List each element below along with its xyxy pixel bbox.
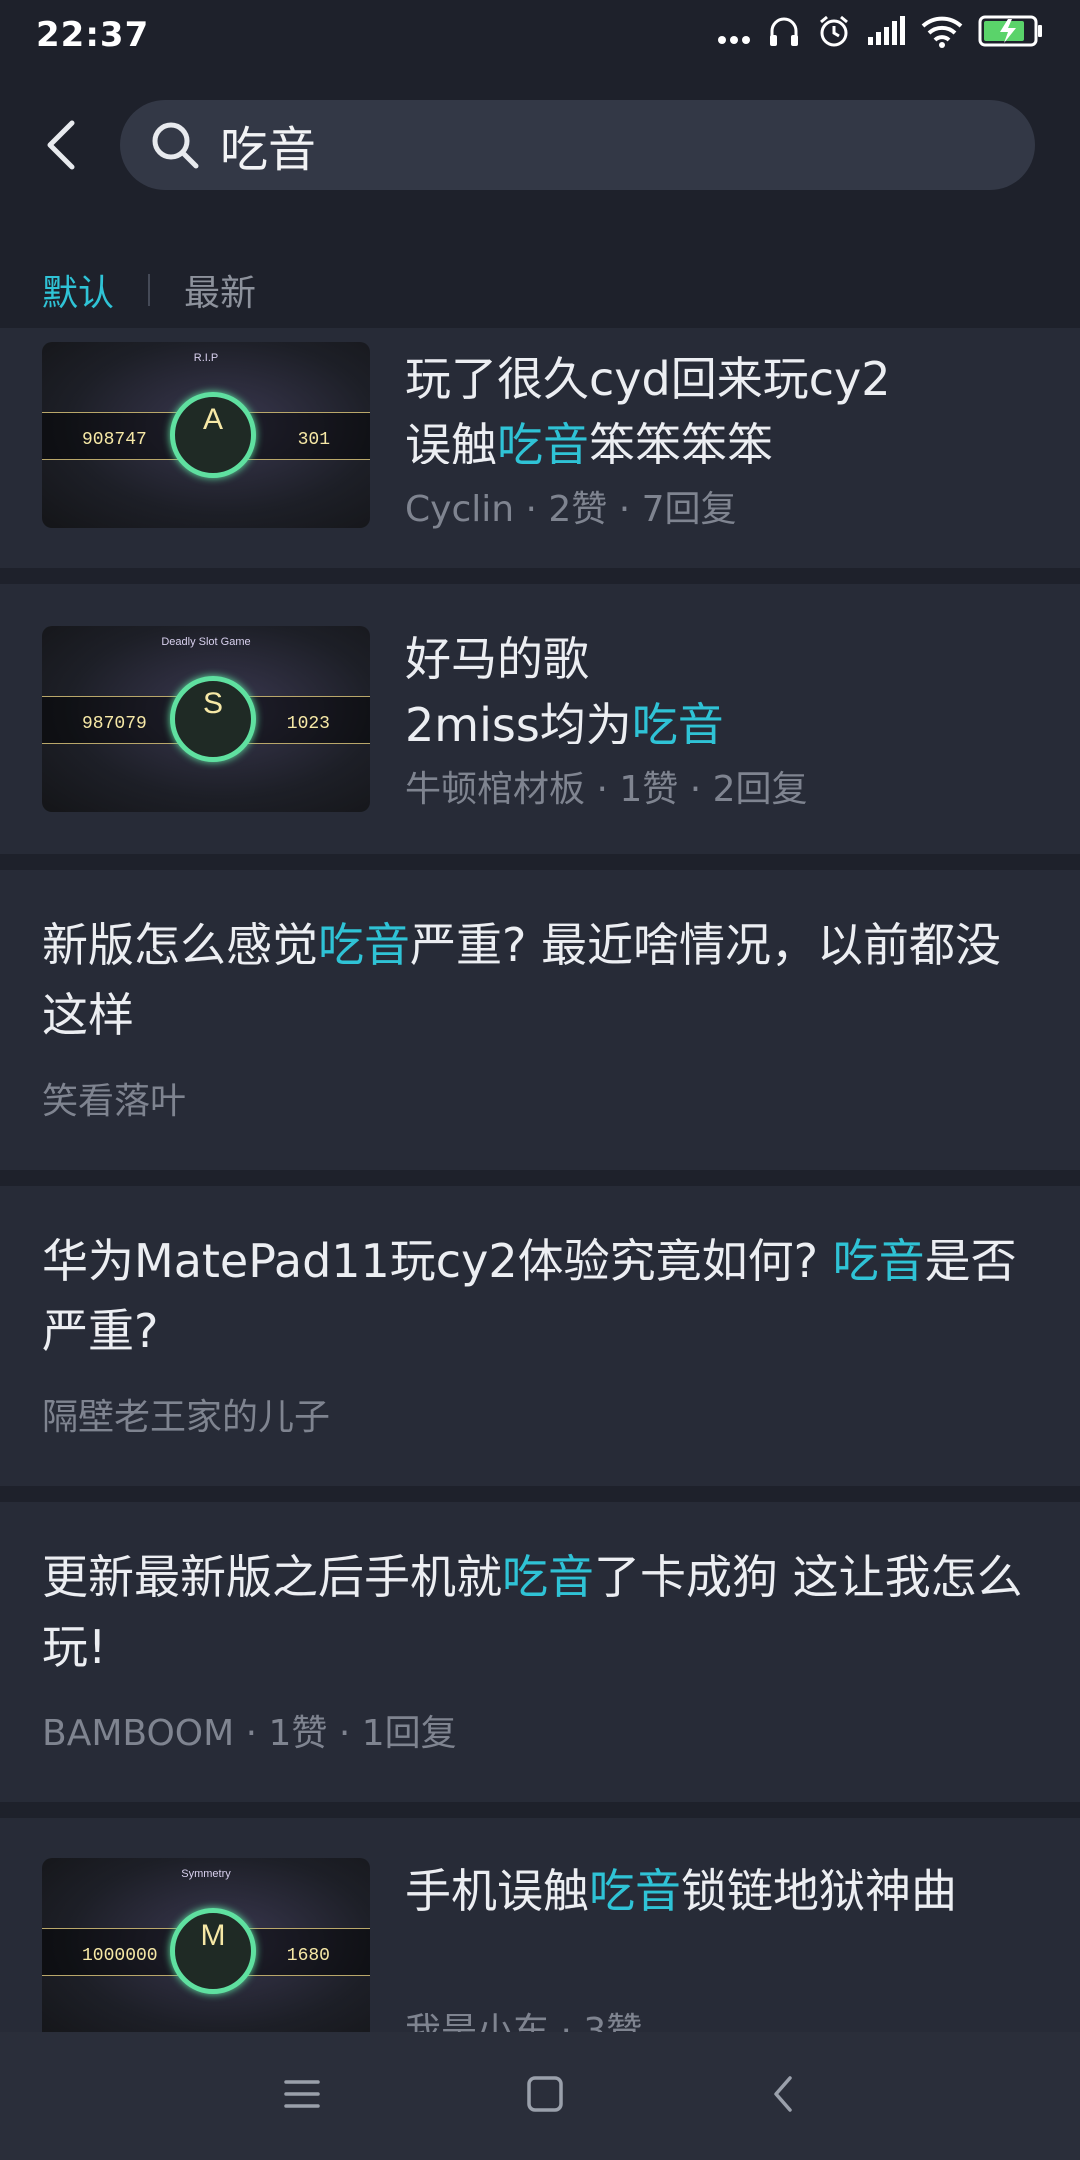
back-button[interactable] [0, 90, 120, 200]
post-card[interactable]: 新版怎么感觉吃音严重? 最近啥情况，以前都没这样 笑看落叶 [0, 870, 1080, 1170]
meta-separator: · [607, 489, 642, 530]
post-title: 新版怎么感觉吃音严重? 最近啥情况，以前都没这样 [42, 910, 1038, 1050]
post-meta: BAMBOOM · 1赞 · 1回复 [42, 1704, 1038, 1756]
post-likes: 1赞 [268, 1713, 328, 1754]
post-meta: 牛顿棺材板 · 1赞 · 2回复 [405, 760, 1060, 812]
post-likes: 1赞 [619, 769, 679, 810]
title-highlight: 吃音 [318, 918, 410, 972]
title-highlight: 吃音 [502, 1550, 594, 1604]
tab-divider [148, 274, 151, 306]
thumbnail-rank: S [202, 687, 223, 720]
post-title: 华为MatePad11玩cy2体验究竟如何? 吃音是否严重? [42, 1226, 1038, 1366]
headphones-icon [766, 13, 802, 58]
home-square-icon [527, 2076, 563, 2112]
search-results: R.I.P 908747 301 A 玩了很久cyd回来玩cy2 误触吃音笨笨笨… [0, 328, 1080, 2094]
thumbnail-combo: 301 [297, 430, 330, 450]
status-icons [716, 13, 1044, 58]
meta-separator: · [234, 1713, 269, 1754]
title-text: 更新最新版之后手机就 [42, 1550, 502, 1604]
home-button[interactable] [525, 2074, 565, 2118]
post-excerpt: 2miss均为吃音 [405, 692, 1060, 744]
thumbnail-score: 1000000 [82, 1946, 158, 1966]
post-replies: 1回复 [361, 1713, 457, 1754]
excerpt-highlight: 吃音 [631, 698, 724, 744]
post-text: 好马的歌 2miss均为吃音 牛顿棺材板 · 1赞 · 2回复 [405, 626, 1060, 812]
back-arrow-icon [47, 120, 75, 170]
post-text: 手机误触吃音锁链地狱神曲 我是小东 · 3赞 [405, 1858, 1060, 2054]
wifi-icon [920, 14, 964, 57]
more-dots-icon [716, 15, 752, 55]
thumbnail-song: Deadly Slot Game [161, 636, 251, 648]
title-text-after: 锁链地狱神曲 [681, 1864, 957, 1918]
signal-icon [866, 15, 906, 56]
post-author: 牛顿棺材板 [405, 769, 586, 810]
post-author: BAMBOOM [42, 1713, 235, 1754]
post-author: 笑看落叶 [42, 1081, 187, 1122]
status-time: 22:37 [36, 15, 150, 55]
sort-tabs: 默认 最新 [42, 255, 256, 325]
post-excerpt: 误触吃音笨笨笨笨 [405, 412, 1060, 464]
search-query: 吃音 [220, 122, 317, 178]
post-text: 玩了很久cyd回来玩cy2 误触吃音笨笨笨笨 Cyclin · 2赞 · 7回复 [405, 346, 1060, 532]
menu-icon [283, 2080, 320, 2108]
post-thumbnail: R.I.P 908747 301 A [42, 342, 370, 528]
thumbnail-rank-ring: S [170, 676, 256, 762]
menu-button[interactable] [282, 2077, 322, 2115]
thumbnail-rank-ring: M [170, 1908, 256, 1994]
thumbnail-rank: M [200, 1919, 226, 1952]
post-thumbnail: Deadly Slot Game 987079 1023 S [42, 626, 370, 812]
system-back-button[interactable] [768, 2074, 798, 2118]
meta-separator: · [514, 489, 549, 530]
thumbnail-score: 987079 [82, 714, 147, 734]
thumbnail-combo: 1023 [286, 714, 330, 734]
title-highlight: 吃音 [832, 1234, 925, 1288]
post-author: 隔壁老王家的儿子 [42, 1397, 331, 1438]
post-title: 好马的歌 [405, 632, 589, 686]
meta-separator: · [327, 1713, 362, 1754]
title-text: 手机误触 [405, 1864, 589, 1918]
alarm-icon [816, 13, 852, 58]
search-icon [152, 122, 199, 169]
post-thumbnail: Symmetry 1000000 1680 M [42, 1858, 370, 2044]
status-bar: 22:37 [0, 0, 1080, 70]
search-header: 吃音 [0, 90, 1080, 200]
excerpt-text: 2miss均为 [405, 698, 632, 744]
post-likes: 2赞 [548, 489, 608, 530]
excerpt-highlight: 吃音 [497, 418, 589, 464]
post-title: 更新最新版之后手机就吃音了卡成狗 这让我怎么玩! [42, 1542, 1038, 1682]
post-card[interactable]: Deadly Slot Game 987079 1023 S 好马的歌 2mis… [0, 584, 1080, 854]
meta-separator: · [678, 769, 713, 810]
search-input[interactable]: 吃音 [120, 100, 1035, 190]
post-author: Cyclin [405, 489, 515, 530]
tab-default[interactable]: 默认 [42, 264, 114, 316]
post-title: 玩了很久cyd回来玩cy2 [405, 352, 891, 406]
title-highlight: 吃音 [589, 1864, 681, 1918]
excerpt-text: 误触 [405, 418, 497, 464]
thumbnail-score: 908747 [82, 430, 147, 450]
post-card[interactable]: 更新最新版之后手机就吃音了卡成狗 这让我怎么玩! BAMBOOM · 1赞 · … [0, 1502, 1080, 1802]
thumbnail-rank: A [202, 403, 223, 436]
system-nav-bar [0, 2032, 1080, 2160]
battery-charging-icon [978, 15, 1044, 56]
thumbnail-combo: 1680 [286, 1946, 330, 1966]
title-text: 新版怎么感觉 [42, 918, 318, 972]
post-meta: Cyclin · 2赞 · 7回复 [405, 480, 1060, 532]
post-card[interactable]: 华为MatePad11玩cy2体验究竟如何? 吃音是否严重? 隔壁老王家的儿子 [0, 1186, 1080, 1486]
excerpt-text-after: 笨笨笨笨 [589, 418, 773, 464]
post-replies: 7回复 [641, 489, 737, 530]
title-text: 华为MatePad11玩cy2体验究竟如何? [42, 1234, 833, 1288]
thumbnail-song: R.I.P [193, 352, 219, 364]
post-replies: 2回复 [712, 769, 808, 810]
thumbnail-rank-ring: A [170, 392, 256, 478]
back-triangle-icon [774, 2076, 793, 2112]
post-card[interactable]: R.I.P 908747 301 A 玩了很久cyd回来玩cy2 误触吃音笨笨笨… [0, 328, 1080, 568]
tab-latest[interactable]: 最新 [184, 264, 256, 316]
thumbnail-song: Symmetry [181, 1868, 231, 1880]
post-title: 手机误触吃音锁链地狱神曲 [405, 1858, 1060, 1924]
meta-separator: · [585, 769, 620, 810]
